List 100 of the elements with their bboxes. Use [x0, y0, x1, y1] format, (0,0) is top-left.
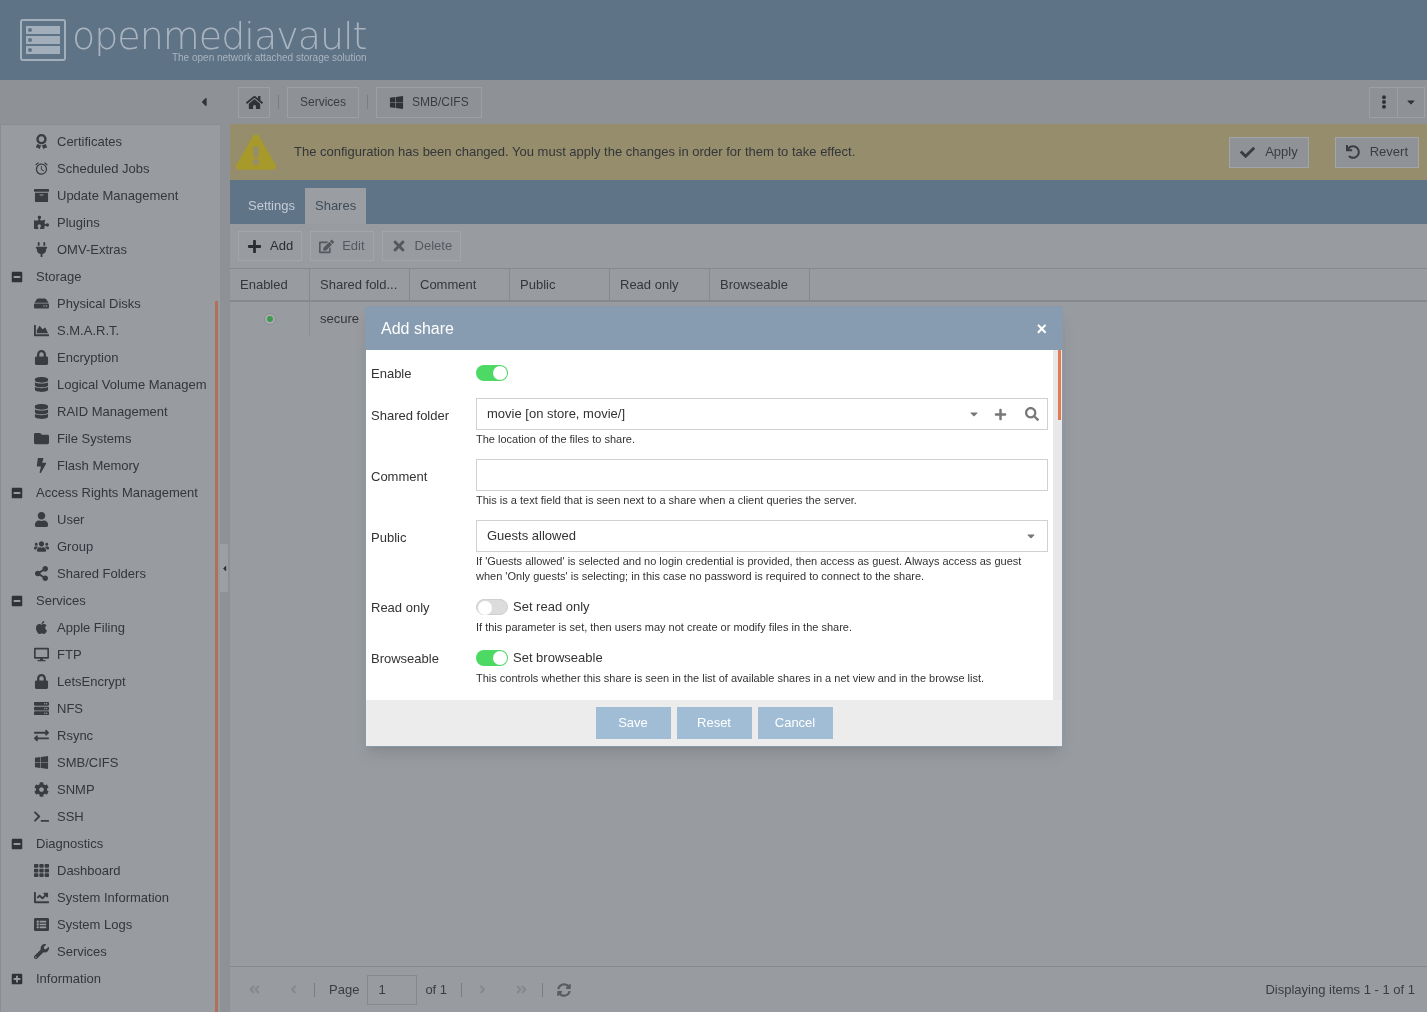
- close-button[interactable]: ×: [1036, 319, 1047, 338]
- refresh-icon[interactable]: [557, 982, 572, 997]
- search-icon[interactable]: [1025, 407, 1039, 421]
- scrollbar[interactable]: [215, 301, 218, 1012]
- wrench-icon: [34, 944, 49, 959]
- sidebar-item[interactable]: Dashboard: [57, 860, 121, 881]
- undo-icon: [1345, 145, 1360, 159]
- edit-icon: [319, 238, 335, 254]
- sidebar-item[interactable]: Physical Disks: [57, 293, 141, 314]
- sidebar-item[interactable]: FTP: [57, 644, 82, 665]
- splitter-handle[interactable]: [220, 544, 228, 592]
- sidebar-item[interactable]: NFS: [57, 698, 83, 719]
- grid-icon: [34, 863, 49, 878]
- database-icon: [34, 377, 49, 392]
- sidebar-item[interactable]: Certificates: [57, 131, 123, 152]
- shared-folder-combo[interactable]: movie [on store, movie/]: [476, 398, 1048, 430]
- notice-button[interactable]: Revert: [1334, 136, 1419, 168]
- users-icon: [34, 539, 49, 554]
- sidebar-item[interactable]: Update Management: [57, 185, 179, 206]
- sidebar-item[interactable]: SNMP: [57, 779, 95, 800]
- sidebar-item[interactable]: LetsEncrypt: [57, 671, 126, 692]
- toggle-switch[interactable]: [476, 365, 508, 381]
- column-header[interactable]: Enabled: [230, 269, 310, 300]
- column-header[interactable]: Read only: [610, 269, 710, 300]
- sidebar-group[interactable]: Access Rights Management: [36, 482, 198, 503]
- dialog-title: Add share: [381, 318, 454, 339]
- database-icon: [34, 404, 49, 419]
- sidebar-item[interactable]: Logical Volume Managem: [57, 374, 207, 395]
- page-field[interactable]: 1: [367, 974, 418, 1005]
- sidebar-item[interactable]: OMV-Extras: [57, 239, 128, 260]
- toggle-switch[interactable]: [476, 599, 508, 615]
- notice-button[interactable]: Apply: [1229, 136, 1309, 168]
- exchange-icon: [34, 728, 49, 743]
- expand-icon[interactable]: [11, 972, 23, 985]
- user-icon: [34, 512, 49, 527]
- page-count: of 1: [425, 980, 448, 999]
- help-text: The location of the files to share.: [476, 432, 636, 447]
- windows-icon: [389, 94, 404, 110]
- sidebar-item[interactable]: S.M.A.R.T.: [57, 320, 120, 341]
- tab[interactable]: Shares: [305, 188, 367, 224]
- archive-box-icon: [34, 188, 49, 203]
- sidebar-item[interactable]: SMB/CIFS: [57, 752, 119, 773]
- windows-icon: [34, 755, 49, 770]
- sidebar-item[interactable]: Flash Memory: [57, 455, 140, 476]
- sidebar-item[interactable]: Services: [57, 941, 107, 962]
- gear-icon: [34, 782, 49, 797]
- sidebar-group[interactable]: Storage: [36, 266, 82, 287]
- server-logo-icon: [20, 19, 66, 61]
- breadcrumb-button[interactable]: SMB/CIFS: [376, 86, 482, 118]
- column-header[interactable]: Shared fold...: [310, 269, 410, 300]
- pager-summary: Displaying items 1 - 1 of 1: [1265, 980, 1415, 999]
- add-icon[interactable]: [994, 407, 1007, 421]
- page-label: Page: [329, 980, 360, 999]
- warning-icon: [236, 134, 276, 170]
- toggle-switch[interactable]: [476, 650, 508, 666]
- line-chart-icon: [34, 890, 49, 905]
- column-header[interactable]: Browseable: [710, 269, 810, 300]
- collapse-icon[interactable]: [11, 486, 23, 499]
- column-header[interactable]: Comment: [410, 269, 510, 300]
- apple-icon: [34, 620, 49, 635]
- sidebar-item[interactable]: SSH: [57, 806, 84, 827]
- sidebar-item[interactable]: File Systems: [57, 428, 132, 449]
- sidebar-item[interactable]: Rsync: [57, 725, 94, 746]
- alarm-clock-icon: [34, 161, 49, 176]
- combo-value: movie [on store, movie/]: [487, 405, 626, 424]
- toolbar-button[interactable]: Add: [238, 231, 303, 261]
- sidebar-group[interactable]: Diagnostics: [36, 833, 104, 854]
- sidebar-item[interactable]: Plugins: [57, 212, 100, 233]
- sidebar-item[interactable]: RAID Management: [57, 401, 168, 422]
- comment-field[interactable]: [476, 459, 1048, 491]
- sidebar-item[interactable]: Shared Folders: [57, 563, 146, 584]
- switch-label: Set read only: [513, 598, 590, 617]
- chart-icon: [34, 323, 49, 338]
- table-cell-text: secure: [320, 310, 360, 329]
- sidebar-item[interactable]: Scheduled Jobs: [57, 158, 150, 179]
- sidebar-item[interactable]: Group: [57, 536, 94, 557]
- share-icon: [34, 566, 49, 581]
- scrollbar[interactable]: [1053, 350, 1062, 700]
- collapse-icon[interactable]: [11, 594, 23, 607]
- tab[interactable]: Settings: [238, 188, 305, 224]
- server-icon: [34, 701, 49, 716]
- breadcrumb-button[interactable]: Services: [287, 86, 359, 118]
- field-label: Browseable: [371, 650, 440, 668]
- column-header[interactable]: Public: [510, 269, 610, 300]
- folder-icon: [34, 431, 49, 446]
- home-button[interactable]: [238, 86, 270, 118]
- collapse-icon[interactable]: [11, 270, 23, 283]
- help-text: This is a text field that is seen next to a share when a client queries the server.: [476, 493, 858, 508]
- plug-icon: [34, 242, 49, 257]
- public-select[interactable]: Guests allowed: [476, 520, 1048, 552]
- sidebar-item[interactable]: Encryption: [57, 347, 119, 368]
- sidebar-item[interactable]: System Logs: [57, 914, 133, 935]
- sidebar-item[interactable]: System Information: [57, 887, 169, 908]
- sidebar-group[interactable]: Services: [36, 590, 86, 611]
- sidebar-group[interactable]: Information: [36, 968, 102, 989]
- field-label: Comment: [371, 468, 429, 486]
- help-text: If this parameter is set, then users may not create or modify files in the share.: [476, 620, 853, 635]
- sidebar-item[interactable]: Apple Filing: [57, 617, 125, 638]
- sidebar-item[interactable]: User: [57, 509, 85, 530]
- collapse-icon[interactable]: [11, 837, 23, 850]
